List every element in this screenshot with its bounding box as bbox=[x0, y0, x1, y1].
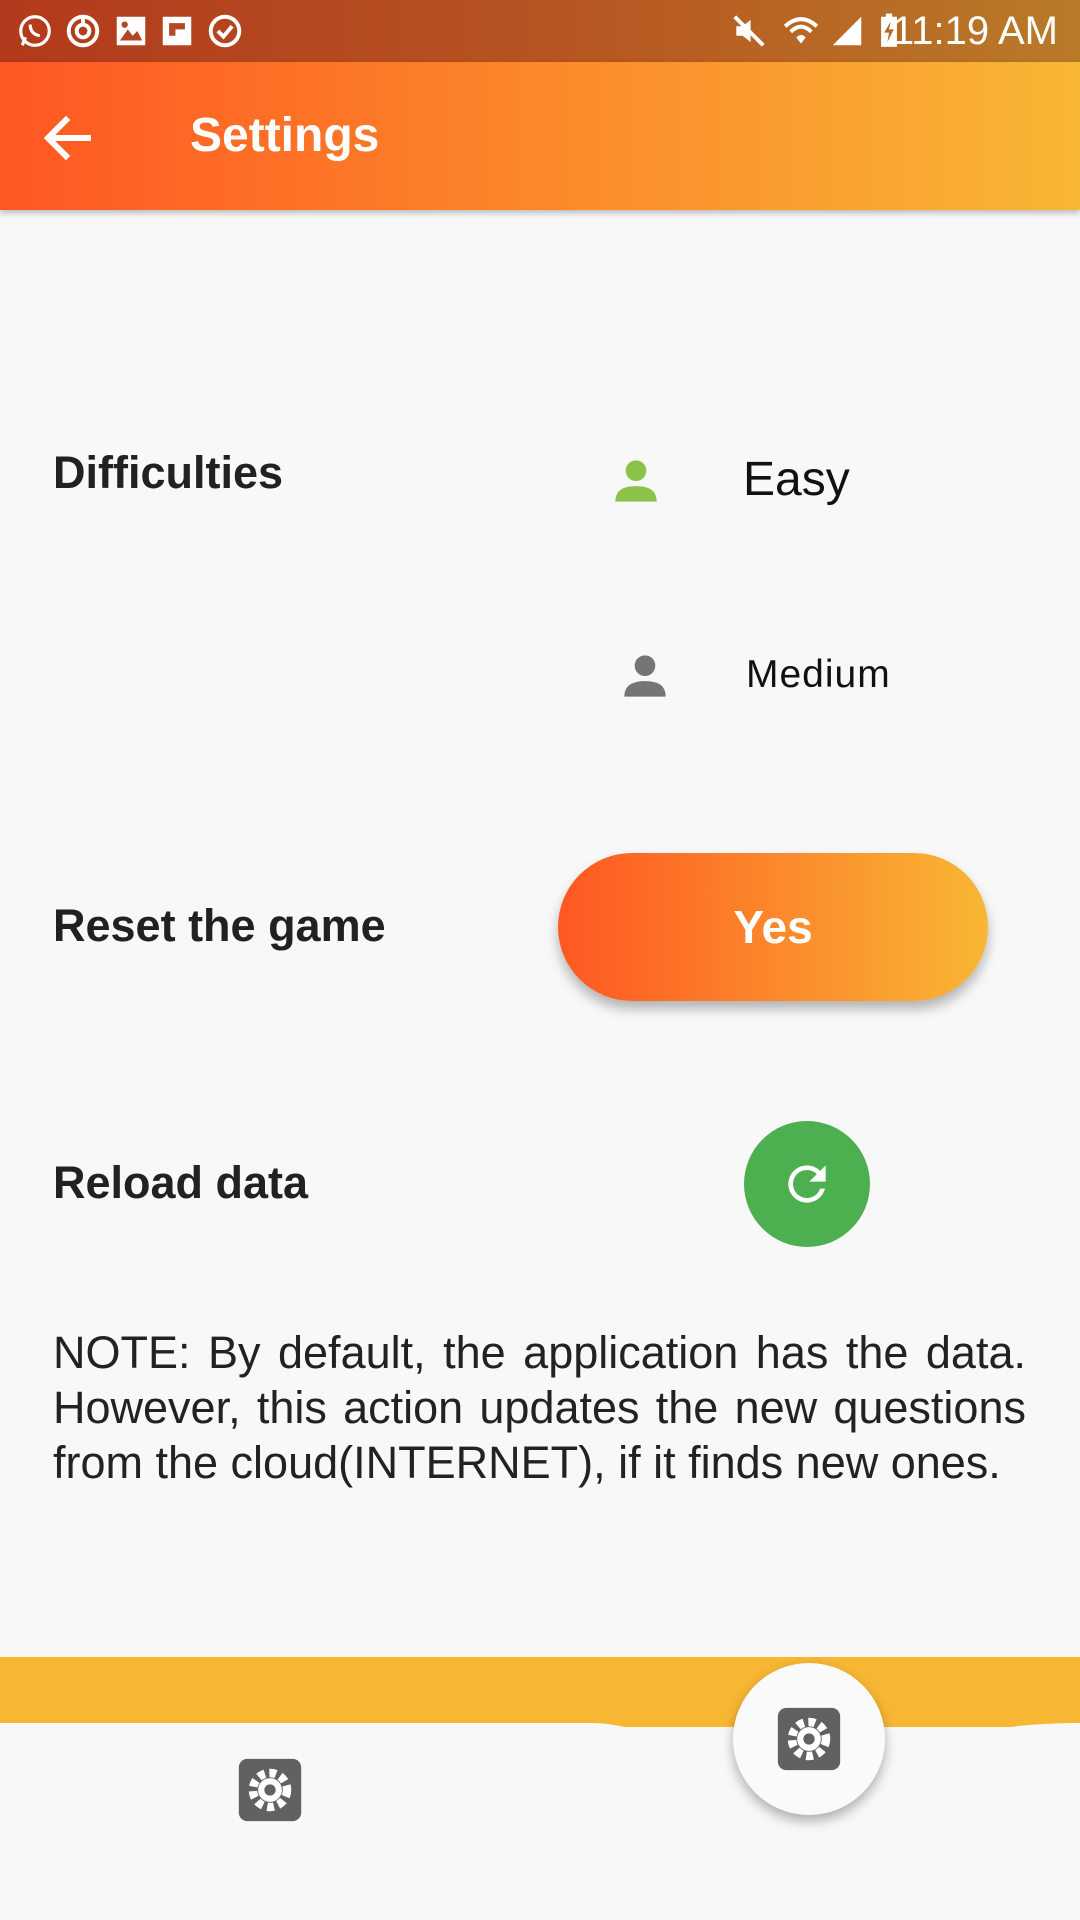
back-arrow-icon[interactable] bbox=[36, 108, 106, 168]
flipboard-icon bbox=[162, 16, 192, 46]
refresh-icon bbox=[788, 1165, 826, 1203]
difficulties-label: Difficulties bbox=[53, 447, 284, 498]
reload-data-label: Reload data bbox=[53, 1157, 309, 1208]
gear-icon bbox=[777, 1707, 841, 1771]
app-bar: Settings bbox=[0, 62, 1080, 210]
difficulty-label-medium: Medium bbox=[746, 653, 891, 696]
reload-note: NOTE: By default, the application has th… bbox=[53, 1327, 1026, 1488]
reload-button[interactable] bbox=[744, 1121, 870, 1247]
sync-icon bbox=[66, 14, 100, 48]
status-bar: 11:19 AM bbox=[0, 0, 1080, 62]
settings-fab[interactable] bbox=[733, 1663, 885, 1815]
person-icon bbox=[624, 655, 666, 697]
check-circle-icon bbox=[208, 14, 242, 48]
status-time: 11:19 AM bbox=[891, 9, 1058, 53]
reset-yes-button[interactable]: Yes bbox=[558, 853, 988, 1001]
whatsapp-icon bbox=[19, 15, 51, 47]
person-icon bbox=[615, 460, 657, 502]
gear-icon[interactable] bbox=[236, 1756, 304, 1824]
reset-game-label: Reset the game bbox=[53, 900, 386, 951]
bottom-nav-bar bbox=[0, 1723, 1080, 1920]
wifi-icon bbox=[783, 17, 819, 44]
difficulty-label-easy: Easy bbox=[743, 453, 850, 506]
signal-icon bbox=[832, 16, 862, 46]
page-title: Settings bbox=[190, 109, 380, 162]
mute-icon bbox=[733, 15, 765, 47]
image-icon bbox=[116, 16, 146, 46]
